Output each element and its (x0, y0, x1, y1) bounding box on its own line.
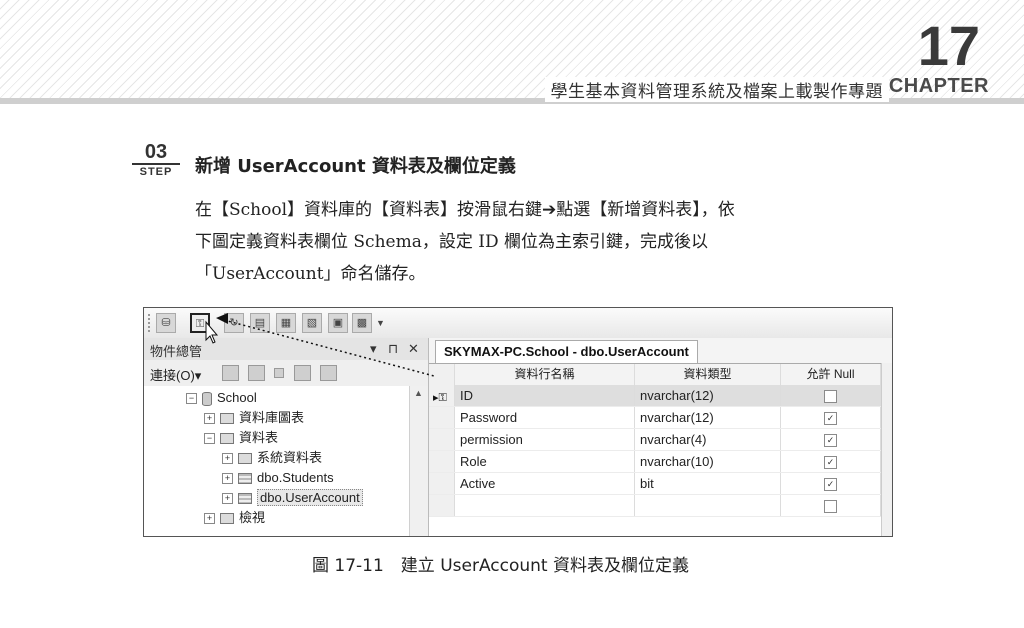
chapter-number: 17 (917, 14, 980, 77)
body-line: 在【School】資料庫的【資料表】按滑鼠右鍵➔點選【新增資料表】，依 (195, 200, 735, 220)
body-line: 下圖定義資料表欄位 Schema，設定 ID 欄位為主索引鍵，完成後以 (195, 232, 708, 252)
book-title: 學生基本資料管理系統及檔案上載製作專題 (544, 77, 889, 102)
chapter-label: CHAPTER (888, 75, 989, 97)
figure-caption: 圖 17-11 建立 UserAccount 資料表及欄位定義 (312, 556, 689, 576)
body-paragraph: 在【School】資料庫的【資料表】按滑鼠右鍵➔點選【新增資料表】，依 下圖定義… (195, 194, 900, 290)
ssms-screenshot: ⛁ ⚿ ↻ ▤ ▦ ▧ ▣ ▩ ▼ 物件總管 ▾ ⊓ ✕ 連接(O)▾ −Sch… (143, 307, 893, 537)
callout-dotted-line (223, 319, 435, 377)
step-word: STEP (139, 166, 173, 178)
step-title: 新增 UserAccount 資料表及欄位定義 (195, 156, 516, 177)
callout-arrowhead-icon (216, 313, 228, 324)
step-badge: 03 STEP (132, 142, 180, 178)
body-line: 「UserAccount」命名儲存。 (195, 264, 426, 284)
callout-pointer (205, 313, 435, 377)
mouse-cursor-icon (205, 320, 219, 344)
step-number: 03 (132, 142, 180, 165)
